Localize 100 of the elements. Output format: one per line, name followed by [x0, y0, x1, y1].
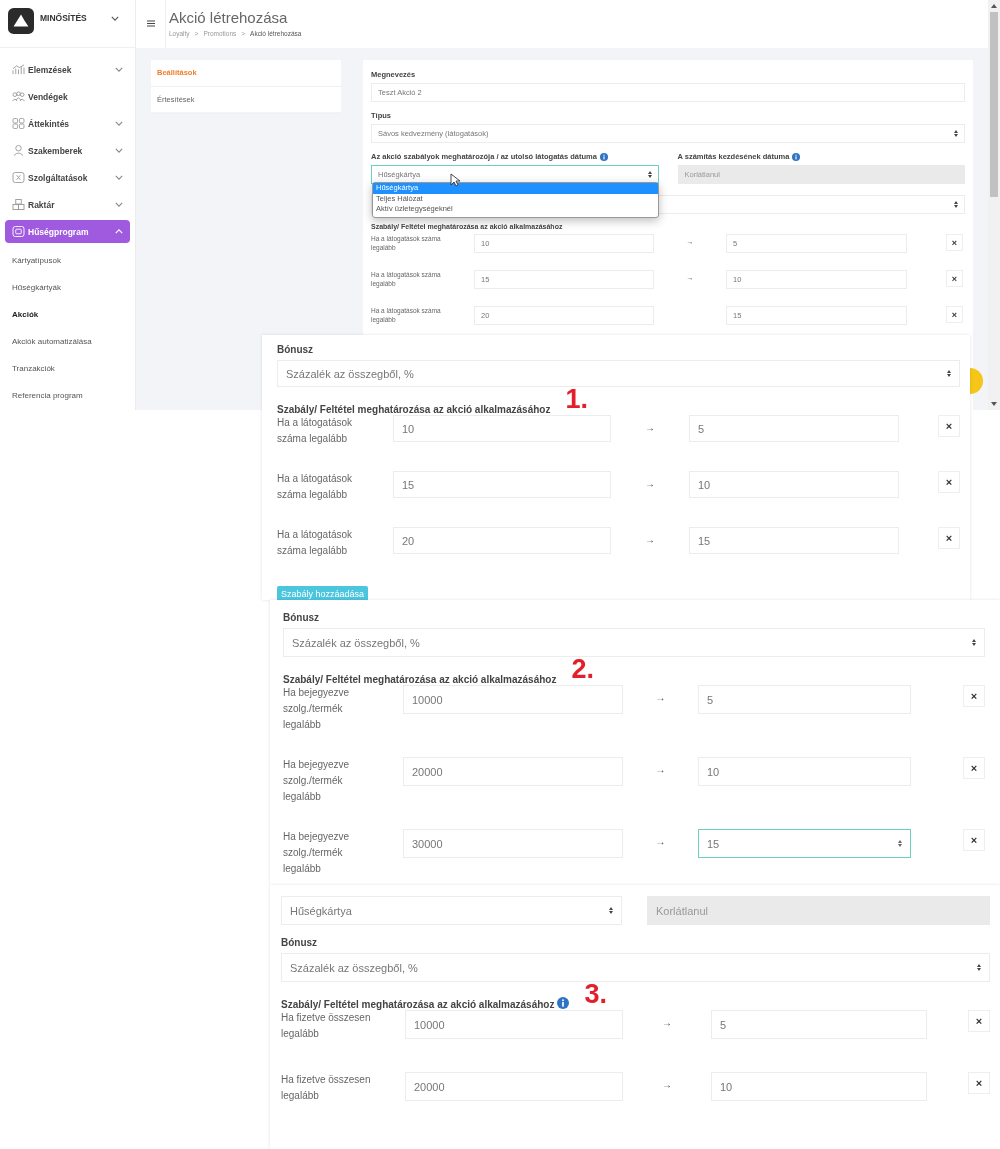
condition-label: Ha bejegyezve szolg./termék legalább — [283, 758, 351, 804]
x-square-icon — [12, 172, 25, 183]
info-icon[interactable] — [557, 997, 570, 1009]
bonus-select[interactable]: Százalék az összegből, % — [283, 628, 985, 657]
condition-label: Ha fizetve összesen legalább — [281, 1073, 372, 1103]
condition-label: Ha bejegyezve szolg./termék legalább — [283, 686, 351, 732]
remove-button[interactable]: × — [968, 1072, 990, 1094]
chart-icon — [12, 64, 25, 75]
logo-icon — [8, 8, 34, 34]
section-heading: Szabály/ Feltétel meghatározása az akció alkalmazásához — [281, 999, 555, 1010]
remove-button[interactable]: × — [946, 270, 963, 287]
remove-button[interactable]: × — [938, 415, 960, 437]
value-field[interactable]: 10 — [711, 1072, 927, 1101]
nav-subitem[interactable]: Referencia program — [0, 382, 135, 409]
section-heading: Szabály/ Feltétel meghatározása az akció alkalmazásához — [283, 674, 557, 685]
boxes-icon — [12, 199, 25, 210]
page-title: Akció létrehozása — [169, 9, 289, 26]
chevron-down-icon — [115, 202, 123, 207]
remove-button[interactable]: × — [963, 685, 985, 707]
remove-button[interactable]: × — [963, 757, 985, 779]
remove-button[interactable]: × — [968, 1010, 990, 1032]
threshold-field[interactable]: 20000 — [405, 1072, 623, 1101]
threshold-field[interactable]: 15 — [393, 471, 611, 498]
step-number: 1. — [565, 386, 588, 413]
nav-item[interactable]: Vendégek — [5, 85, 130, 108]
nav-subitem[interactable]: Akciók — [0, 301, 135, 328]
chevron-down-icon — [115, 148, 123, 153]
step-number: 3. — [584, 981, 607, 1008]
remove-button[interactable]: × — [938, 527, 960, 549]
nav-item[interactable]: Szolgáltatások — [5, 166, 130, 189]
condition-label: Ha bejegyezve szolg./termék legalább — [283, 830, 351, 876]
nav-subitem[interactable]: Tranzakciók — [0, 355, 135, 382]
menu-icon[interactable] — [146, 20, 155, 27]
nav-subitem[interactable]: Kártyatípusok — [0, 247, 135, 274]
info-icon[interactable] — [599, 152, 608, 161]
value-field[interactable]: 5 — [689, 415, 899, 442]
field-label: Bónusz — [281, 937, 319, 948]
bonus-select[interactable]: Százalék az összegből, % — [281, 953, 990, 982]
condition-label: Ha a látogatások száma legalább — [277, 416, 354, 446]
field-label: Bónusz — [283, 612, 321, 623]
section-heading: Szabály/ Feltétel meghatározása az akció alkalmazásához — [277, 404, 551, 415]
sort-icon — [609, 907, 613, 914]
grid-icon — [12, 118, 25, 129]
threshold-field[interactable]: 20 — [393, 527, 611, 554]
threshold-field[interactable]: 20000 — [403, 757, 623, 786]
nav-item[interactable]: Raktár — [5, 193, 130, 216]
condition-label: Ha a látogatások száma legalább — [277, 472, 354, 502]
arrow-text: → — [655, 836, 666, 847]
condition-label: Ha fizetve összesen legalább — [281, 1011, 372, 1041]
chevron-down-icon — [115, 175, 123, 180]
sort-icon — [647, 171, 652, 178]
threshold-field[interactable]: 10 — [393, 415, 611, 442]
chevron-down-icon — [115, 67, 123, 72]
nav-item[interactable]: Hűségprogram — [5, 220, 130, 243]
remove-button[interactable]: × — [946, 306, 963, 323]
sort-icon — [947, 370, 951, 377]
threshold-field[interactable]: 10000 — [405, 1010, 623, 1039]
sort-icon — [972, 639, 976, 646]
value-field[interactable]: 5 — [711, 1010, 927, 1039]
scrollbar[interactable] — [988, 0, 1000, 410]
value-field[interactable]: 15 — [689, 527, 899, 554]
basis-select[interactable]: Hűségkártya — [281, 896, 622, 925]
chevron-up-icon — [115, 229, 123, 234]
threshold-field[interactable]: 30000 — [403, 829, 623, 858]
arrow-text: → — [655, 764, 666, 775]
value-field[interactable]: 10 — [698, 757, 911, 786]
arrow-text: → — [645, 478, 655, 489]
field-label: Bónusz — [277, 344, 315, 355]
user-icon — [12, 145, 25, 156]
chevron-down-icon — [115, 121, 123, 126]
spinner-icon[interactable] — [898, 840, 902, 847]
brand-name: MINŐSÍTÉS — [40, 13, 88, 23]
value-field[interactable]: 5 — [698, 685, 911, 714]
arrow-text: → — [645, 422, 655, 433]
threshold-field[interactable]: 10000 — [403, 685, 623, 714]
nav-item[interactable]: Elemzések — [5, 58, 130, 81]
nav-item[interactable]: Áttekintés — [5, 112, 130, 135]
value-field[interactable]: 15 — [698, 829, 911, 858]
nav-subitem[interactable]: Hűségkártyák — [0, 274, 135, 301]
scroll-down-icon[interactable] — [991, 402, 997, 406]
nav-subitem[interactable]: Akciók automatizálása — [0, 328, 135, 355]
remove-button[interactable]: × — [963, 829, 985, 851]
condition-label: Ha a látogatások száma legalább — [277, 528, 354, 558]
arrow-text: → — [662, 1079, 672, 1090]
remove-button[interactable]: × — [938, 471, 960, 493]
scroll-up-icon[interactable] — [991, 4, 997, 8]
arrow-text: → — [645, 534, 655, 545]
sort-icon — [977, 964, 981, 971]
badge-icon — [12, 226, 25, 237]
step-number: 2. — [571, 656, 594, 683]
sort-icon — [954, 201, 958, 208]
nav-item[interactable]: Szakemberek — [5, 139, 130, 162]
arrow-text: → — [655, 692, 666, 703]
bonus-select[interactable]: Százalék az összegből, % — [277, 360, 960, 387]
info-icon[interactable] — [792, 152, 801, 161]
remove-button[interactable]: × — [946, 234, 963, 251]
chevron-down-icon[interactable] — [111, 16, 119, 21]
arrow-text: → — [662, 1017, 672, 1028]
users-icon — [12, 91, 25, 102]
value-field[interactable]: 10 — [689, 471, 899, 498]
